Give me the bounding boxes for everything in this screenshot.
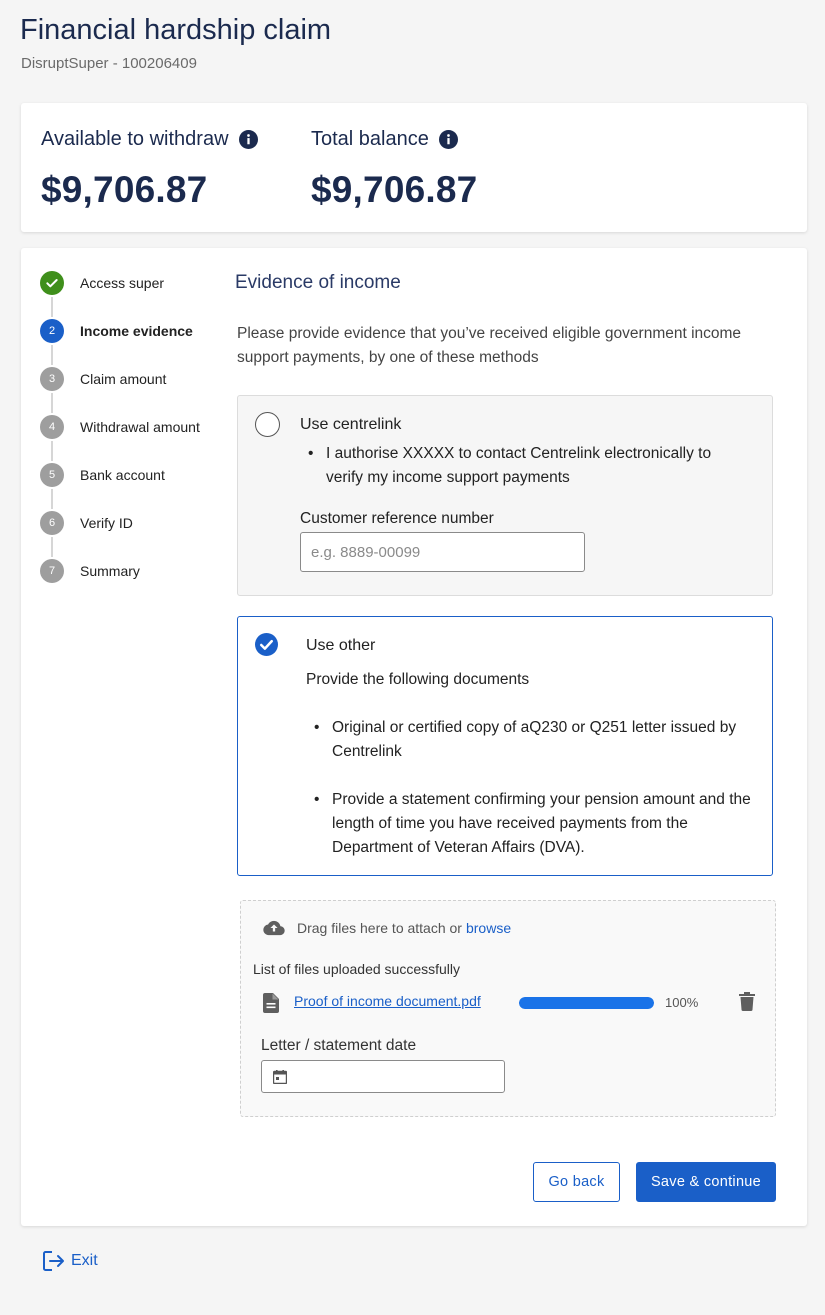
exit-link[interactable]: Exit <box>43 1251 98 1271</box>
step-label: Withdrawal amount <box>80 419 200 435</box>
step-verify-id[interactable]: 6 Verify ID <box>40 511 133 535</box>
claim-form-card: Access super 2 Income evidence 3 Claim a… <box>21 248 807 1226</box>
step-number: 5 <box>40 463 64 487</box>
available-label: Available to withdraw <box>41 128 229 150</box>
step-connector <box>51 537 53 557</box>
drag-row: Drag files here to attach or browse <box>263 920 511 936</box>
step-access-super[interactable]: Access super <box>40 271 164 295</box>
step-connector <box>51 345 53 365</box>
exit-label: Exit <box>71 1252 98 1269</box>
available-balance-block: Available to withdraw $9,706.87 <box>41 128 258 211</box>
date-label: Letter / statement date <box>261 1037 417 1054</box>
browse-link[interactable]: browse <box>466 920 511 936</box>
other-option-subtitle: Provide the following documents <box>306 671 530 688</box>
step-label: Verify ID <box>80 515 133 531</box>
trash-icon[interactable] <box>739 992 755 1011</box>
list-item: • I authorise XXXXX to contact Centrelink… <box>308 445 712 486</box>
centrelink-option[interactable]: Use centrelink • I authorise XXXXX to con… <box>237 395 773 596</box>
section-title: Evidence of income <box>235 272 401 293</box>
step-summary[interactable]: 7 Summary <box>40 559 140 583</box>
step-income-evidence[interactable]: 2 Income evidence <box>40 319 193 343</box>
list-item: • Original or certified copy of aQ230 or … <box>314 719 737 760</box>
step-number: 2 <box>40 319 64 343</box>
save-continue-button[interactable]: Save & continue <box>636 1162 776 1202</box>
info-icon[interactable] <box>238 130 258 149</box>
step-label: Summary <box>80 563 140 579</box>
check-icon <box>40 271 64 295</box>
file-drop-zone[interactable]: Drag files here to attach or browse List… <box>240 900 776 1117</box>
uploaded-file-row: Proof of income document.pdf 100% <box>263 991 763 1015</box>
step-bank-account[interactable]: 5 Bank account <box>40 463 165 487</box>
step-number: 4 <box>40 415 64 439</box>
step-number: 7 <box>40 559 64 583</box>
step-connector <box>51 297 53 317</box>
customer-reference-input[interactable] <box>300 532 585 572</box>
step-number: 6 <box>40 511 64 535</box>
exit-icon <box>43 1251 64 1271</box>
page-title: Financial hardship claim <box>20 14 332 46</box>
upload-progress-bar <box>519 997 654 1009</box>
other-option-title: Use other <box>306 637 376 654</box>
file-link[interactable]: Proof of income document.pdf <box>294 993 481 1009</box>
intro-text: Please provide evidence that you’ve rece… <box>237 325 742 366</box>
total-label: Total balance <box>311 128 429 150</box>
step-connector <box>51 489 53 509</box>
date-input[interactable] <box>261 1060 505 1093</box>
other-option[interactable]: Use other Provide the following document… <box>237 616 773 876</box>
step-withdrawal-amount[interactable]: 4 Withdrawal amount <box>40 415 200 439</box>
step-label: Claim amount <box>80 371 167 387</box>
balance-card: Available to withdraw $9,706.87 Total ba… <box>21 103 807 232</box>
centrelink-option-title: Use centrelink <box>300 416 402 433</box>
account-subtitle: DisruptSuper - 100206409 <box>21 55 197 72</box>
calendar-icon[interactable] <box>273 1070 287 1084</box>
upload-progress-fill <box>519 997 654 1009</box>
go-back-button[interactable]: Go back <box>533 1162 620 1202</box>
step-label: Income evidence <box>80 323 193 339</box>
step-connector <box>51 441 53 461</box>
check-circle-icon[interactable] <box>255 633 278 656</box>
cloud-upload-icon <box>263 920 285 936</box>
uploaded-files-label: List of files uploaded successfully <box>253 961 460 977</box>
customer-reference-label: Customer reference number <box>300 510 494 527</box>
list-item: • Provide a statement confirming your pen… <box>314 791 751 856</box>
total-balance-block: Total balance $9,706.87 <box>311 128 477 211</box>
drag-text: Drag files here to attach or <box>297 920 462 936</box>
step-label: Bank account <box>80 467 165 483</box>
step-label: Access super <box>80 275 165 291</box>
step-claim-amount[interactable]: 3 Claim amount <box>40 367 166 391</box>
file-icon <box>263 993 279 1013</box>
total-value: $9,706.87 <box>311 169 478 210</box>
step-connector <box>51 393 53 413</box>
step-number: 3 <box>40 367 64 391</box>
available-value: $9,706.87 <box>41 169 208 210</box>
info-icon[interactable] <box>438 130 458 149</box>
upload-progress-text: 100% <box>665 995 699 1010</box>
centrelink-radio[interactable] <box>255 412 280 437</box>
